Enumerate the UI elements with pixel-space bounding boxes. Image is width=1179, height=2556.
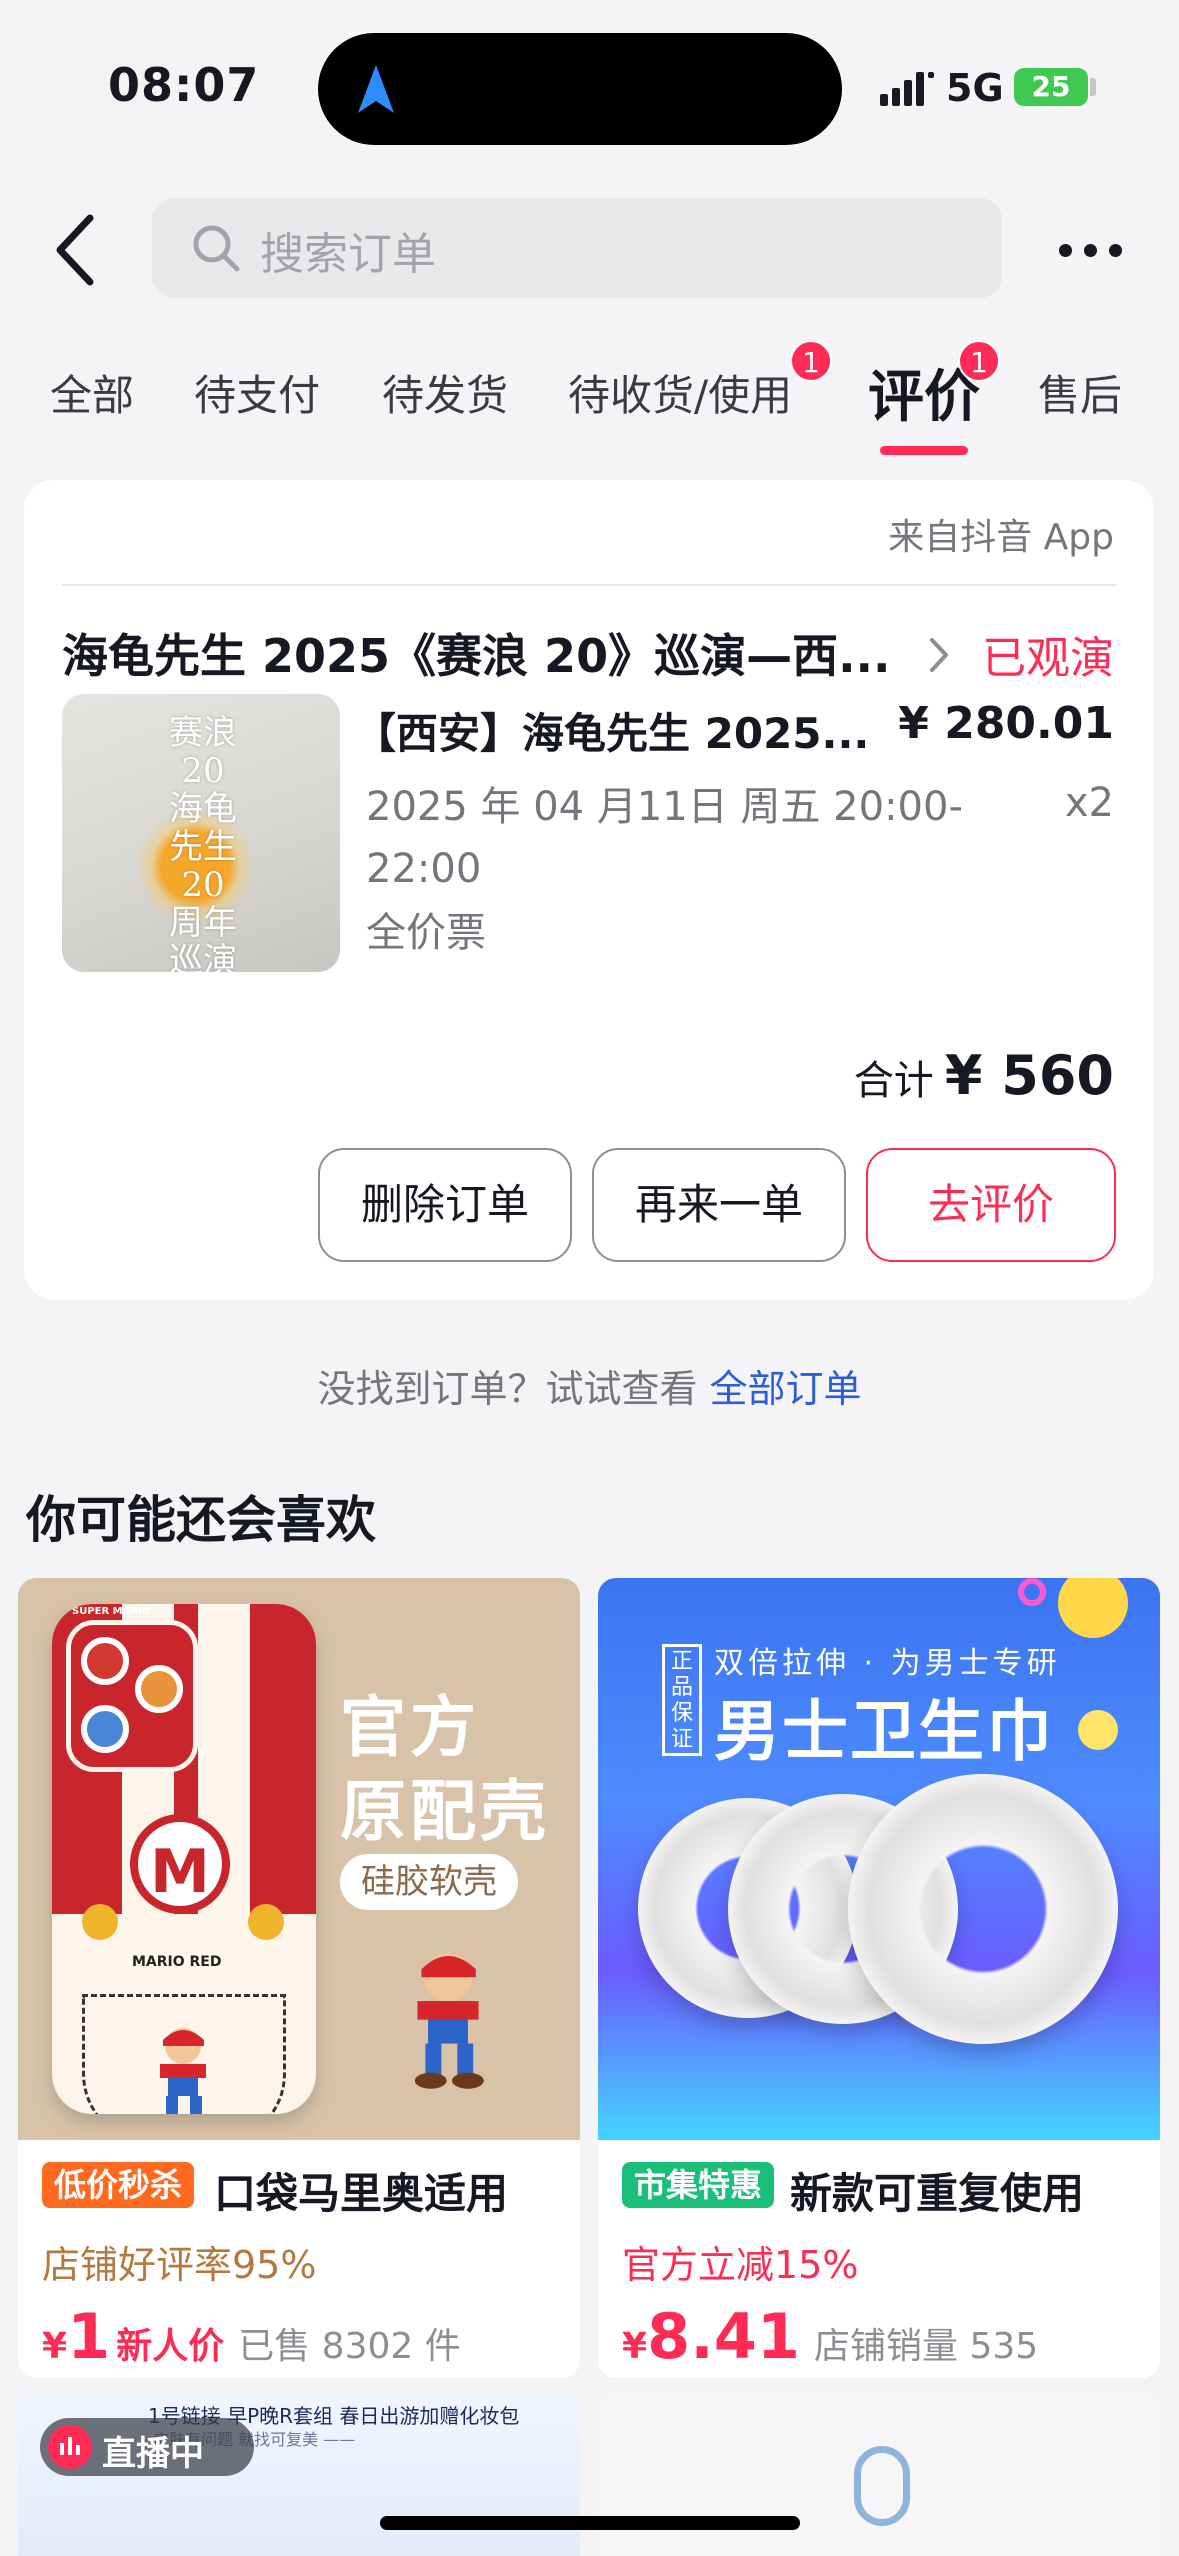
tab-all[interactable]: 全部 [50,362,134,423]
case-label-text: MARIO RED [132,1954,222,1970]
status-bar: 08:07 5G 25 [0,0,1179,170]
product-card[interactable]: 正品保证 双倍拉伸 · 为男士专研 男士卫生巾 市集特惠 新款可重复使用 官方立… [598,1578,1160,2378]
overall-button [82,1904,118,1940]
battery-level: 25 [1031,70,1071,103]
product-title: 新款可重复使用 [790,2169,1085,2218]
thumbnail-text: 赛浪 20 海龟先生 20周年巡演 [169,713,237,972]
currency-symbol: ¥ [622,2326,648,2367]
product-image-pad[interactable]: 正品保证 双倍拉伸 · 为男士专研 男士卫生巾 [598,1578,1160,2140]
mario-figure-icon [414,1953,484,2089]
product-price-row: ¥1 新人价 已售 8302 件 [42,2300,461,2373]
dynamic-island [318,33,842,145]
product-price: 1 [67,2300,111,2373]
search-placeholder: 搜索订单 [260,229,436,280]
search-icon [193,225,240,272]
tab-pending-receipt-badge: 1 [790,340,832,382]
product-quantity: x2 [1064,780,1114,826]
product-image-phone-case[interactable]: M MARIO RED SUPER MARIO 官方 原配壳 硅胶软壳 [18,1578,580,2140]
keyring-graphic [854,2446,910,2526]
ring-product-graphic [848,1774,1118,2044]
authentic-stamp: 正品保证 [662,1644,702,1756]
order-total: 合计 ¥ 560 [854,1044,1114,1107]
price-label: 新人价 [116,2326,225,2367]
sold-count: 店铺销量 535 [814,2326,1039,2367]
product-subtitle: 官方立减15% [622,2243,859,2287]
mario-m-badge: M [130,1814,230,1914]
product-thumbnail[interactable]: 赛浪 20 海龟先生 20周年巡演 [62,694,340,972]
camera-lens [81,1705,129,1753]
live-label: 直播中 [102,2434,204,2474]
case-top-text: SUPER MARIO [72,1606,151,1617]
image-title-line2: 原配壳 [340,1773,550,1850]
live-badge: 直播中 [40,2418,254,2476]
sold-count: 已售 8302 件 [238,2326,461,2367]
product-tag: 低价秒杀 [42,2162,195,2208]
phone-case-graphic: M MARIO RED SUPER MARIO [52,1604,316,2114]
order-source: 来自抖音 App [888,517,1114,558]
image-title-line1: 官方 [340,1689,480,1766]
battery-icon: 25 [1014,68,1088,106]
battery-tip [1090,78,1096,96]
product-name[interactable]: 【西安】海龟先生 2025... [354,700,874,761]
delete-order-button[interactable]: 删除订单 [318,1148,572,1262]
all-orders-link[interactable]: 全部订单 [710,1367,862,1411]
tab-pending-shipment[interactable]: 待发货 [382,362,508,423]
product-title: 口袋马里奥适用 [214,2169,509,2218]
reorder-button[interactable]: 再来一单 [592,1148,846,1262]
decoration-circle [1018,1578,1046,1606]
total-label: 合计 [853,1058,934,1104]
product-tag: 市集特惠 [622,2162,775,2208]
order-card: 来自抖音 App 海龟先生 2025《赛浪 20》巡演—西... 已观演 赛浪 … [24,480,1154,1300]
camera-lens [81,1637,129,1685]
more-options-icon[interactable] [1055,226,1125,272]
network-type: 5G [946,66,1004,110]
image-subtitle: 双倍拉伸 · 为男士专研 [714,1646,1061,1681]
tab-after-sales[interactable]: 售后 [1038,362,1122,423]
image-pill: 硅胶软壳 [340,1854,518,1910]
camera-block [66,1620,198,1772]
signal-icon [880,72,934,106]
camera-lens [135,1665,183,1713]
live-bars-icon [48,2425,92,2469]
order-status: 已观演 [982,633,1114,684]
currency-symbol: ¥ [42,2326,68,2367]
mario-figure-icon [160,2028,206,2114]
recommend-title: 你可能还会喜欢 [26,1491,376,1549]
image-title: 男士卫生巾 [714,1693,1054,1770]
order-tabs: 全部 待支付 待发货 待收货/使用 1 评价 1 售后 [0,340,1179,455]
hint-text: 没找到订单？试试查看 [317,1367,710,1411]
tab-pending-receipt[interactable]: 待收货/使用 [568,362,792,423]
product-price-row: ¥8.41 店铺销量 535 [622,2300,1038,2373]
status-time: 08:07 [108,58,260,112]
home-indicator [380,2516,800,2530]
tab-review-badge: 1 [958,340,1000,382]
order-title[interactable]: 海龟先生 2025《赛浪 20》巡演—西... [62,620,912,686]
divider [62,584,1116,586]
product-price: ¥ 280.01 [898,698,1114,749]
back-chevron-icon[interactable] [46,210,106,290]
product-card[interactable]: M MARIO RED SUPER MARIO 官方 原配壳 硅胶软壳 低价秒杀… [18,1578,580,2378]
product-date: 2025 年 04 月11日 周五 20:00-22:00 [366,784,963,892]
decoration-circle [1078,1710,1118,1750]
overall-button [248,1904,284,1940]
product-subtitle: 店铺好评率95% [42,2243,317,2287]
no-order-hint: 没找到订单？试试查看 全部订单 [0,1358,1179,1413]
product-card[interactable] [598,2392,1160,2556]
write-review-button[interactable]: 去评价 [866,1148,1116,1262]
chevron-right-icon[interactable] [924,632,954,678]
active-tab-indicator [880,446,968,455]
product-spec: 全价票 [366,910,486,956]
total-amount: ¥ 560 [944,1044,1114,1107]
product-price: 8.41 [647,2300,801,2373]
tab-pending-payment[interactable]: 待支付 [194,362,320,423]
product-card-live[interactable]: 1号链接 早P晚R套组 春日出游加赠化妆包 ·皮肤有问题 就找可复美 —— 直播… [18,2392,580,2556]
location-arrow-icon [358,65,394,113]
search-input[interactable]: 搜索订单 [152,198,1002,298]
